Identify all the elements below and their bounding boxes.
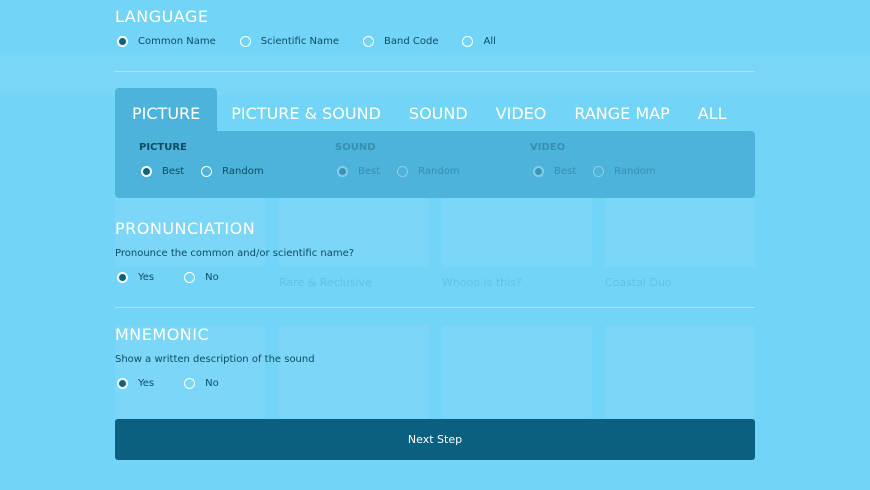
language-option-band-code[interactable]: Band Code	[363, 36, 438, 47]
sound-option-best: Best	[337, 166, 380, 177]
radio-label: No	[205, 378, 219, 389]
tab-picture-and-sound[interactable]: PICTURE & SOUND	[217, 88, 395, 131]
radio-unchecked-icon	[593, 166, 605, 177]
radio-label: All	[483, 36, 496, 47]
sound-options: Best Random	[337, 166, 460, 177]
video-option-random: Random	[593, 166, 656, 177]
mnemonic-options: Yes No	[117, 378, 219, 389]
picture-column-title: PICTURE	[139, 142, 187, 153]
pronunciation-question: Pronounce the common and/or scientific n…	[115, 248, 355, 259]
language-title: LANGUAGE	[115, 7, 209, 26]
pronunciation-title: PRONUNCIATION	[115, 219, 256, 238]
radio-unchecked-icon	[239, 36, 251, 47]
tab-range-map[interactable]: RANGE MAP	[560, 88, 683, 131]
video-column-title: VIDEO	[530, 142, 566, 153]
video-option-best: Best	[533, 166, 576, 177]
radio-label: Random	[222, 166, 264, 177]
quiz-settings-form: LANGUAGE Common Name Scientific Name Ban…	[0, 0, 870, 490]
language-options: Common Name Scientific Name Band Code Al…	[117, 36, 496, 47]
radio-checked-icon	[533, 166, 544, 177]
next-step-button[interactable]: Next Step	[115, 419, 755, 460]
radio-label: Random	[418, 166, 460, 177]
radio-checked-icon	[117, 378, 128, 389]
tab-video[interactable]: VIDEO	[482, 88, 561, 131]
pronunciation-option-yes[interactable]: Yes	[117, 272, 154, 283]
language-option-scientific-name[interactable]: Scientific Name	[239, 36, 340, 47]
radio-label: Common Name	[138, 36, 216, 47]
divider	[115, 307, 755, 308]
pronunciation-options: Yes No	[117, 272, 219, 283]
picture-option-best[interactable]: Best	[141, 166, 184, 177]
radio-unchecked-icon	[462, 36, 474, 47]
media-tab-panel: PICTURE Best Random SOUND Best Random VI…	[115, 131, 755, 198]
pronunciation-option-no[interactable]: No	[184, 272, 219, 283]
radio-label: Scientific Name	[260, 36, 340, 47]
picture-option-random[interactable]: Random	[201, 166, 264, 177]
radio-checked-icon	[337, 166, 348, 177]
radio-label: Random	[614, 166, 656, 177]
mnemonic-option-yes[interactable]: Yes	[117, 378, 154, 389]
radio-checked-icon	[117, 272, 128, 283]
picture-options: Best Random	[141, 166, 264, 177]
tab-all[interactable]: ALL	[684, 88, 741, 131]
mnemonic-title: MNEMONIC	[115, 325, 210, 344]
language-option-common-name[interactable]: Common Name	[117, 36, 216, 47]
mnemonic-option-no[interactable]: No	[184, 378, 219, 389]
sound-option-random: Random	[397, 166, 460, 177]
sound-column-title: SOUND	[335, 142, 376, 153]
radio-label: Best	[358, 166, 381, 177]
mnemonic-question: Show a written description of the sound	[115, 354, 315, 365]
radio-label: Band Code	[384, 36, 439, 47]
radio-unchecked-icon	[184, 378, 196, 389]
radio-label: Best	[554, 166, 577, 177]
tab-picture[interactable]: PICTURE	[115, 88, 218, 131]
radio-label: Yes	[138, 272, 155, 283]
language-option-all[interactable]: All	[462, 36, 496, 47]
divider	[115, 71, 755, 72]
radio-label: No	[205, 272, 219, 283]
radio-label: Yes	[138, 378, 155, 389]
radio-unchecked-icon	[363, 36, 375, 47]
radio-checked-icon	[141, 166, 152, 177]
radio-unchecked-icon	[201, 166, 213, 177]
radio-checked-icon	[117, 36, 128, 47]
radio-label: Best	[162, 166, 185, 177]
tab-sound[interactable]: SOUND	[395, 88, 482, 131]
video-options: Best Random	[533, 166, 656, 177]
media-tabs: PICTURE PICTURE & SOUND SOUND VIDEO RANG…	[115, 88, 741, 131]
radio-unchecked-icon	[397, 166, 409, 177]
radio-unchecked-icon	[184, 272, 196, 283]
